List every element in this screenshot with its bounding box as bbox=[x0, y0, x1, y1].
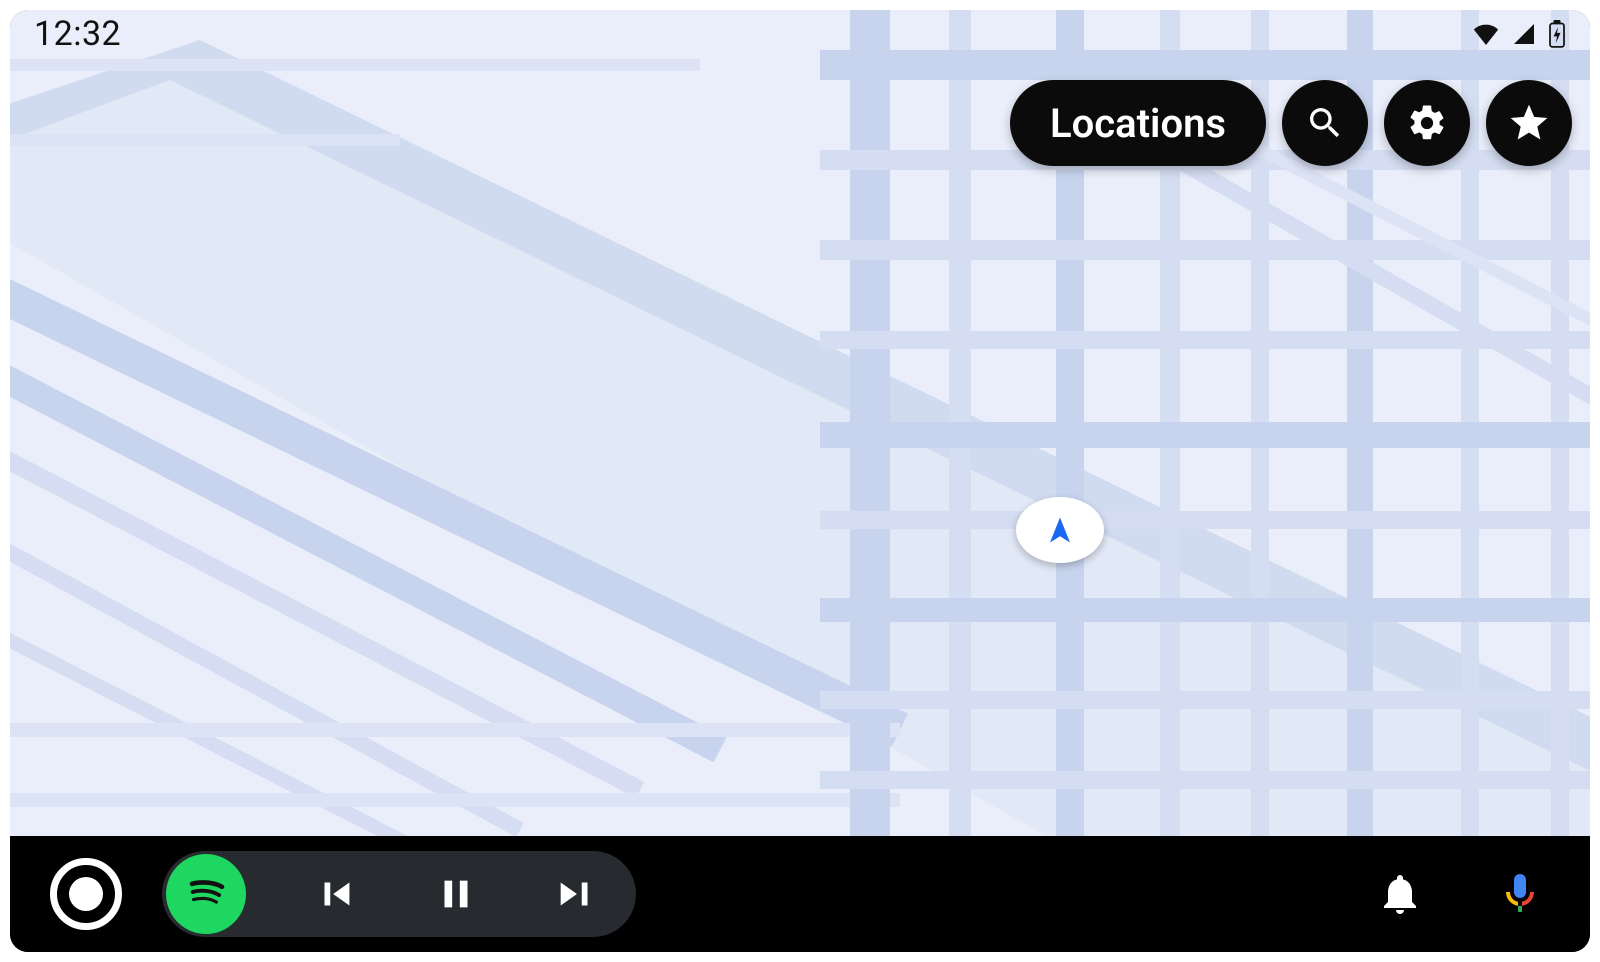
skip-next-icon bbox=[553, 871, 599, 917]
favorites-button[interactable] bbox=[1486, 80, 1572, 166]
device-frame: .dk { stroke:#c8d4ee; fill:none; } .med … bbox=[0, 0, 1600, 962]
settings-button[interactable] bbox=[1384, 80, 1470, 166]
pause-icon bbox=[433, 871, 479, 917]
search-icon bbox=[1305, 103, 1345, 143]
next-track-button[interactable] bbox=[546, 864, 606, 924]
bottom-right-controls bbox=[1370, 864, 1550, 924]
navigation-arrow-icon bbox=[1045, 515, 1075, 545]
mic-icon bbox=[1496, 870, 1544, 918]
signal-icon bbox=[1510, 22, 1538, 46]
status-bar: 12:32 bbox=[10, 10, 1590, 58]
spotify-icon bbox=[181, 869, 231, 919]
star-icon bbox=[1507, 101, 1551, 145]
wifi-icon bbox=[1472, 23, 1500, 45]
screen: .dk { stroke:#c8d4ee; fill:none; } .med … bbox=[10, 10, 1590, 952]
locations-label: Locations bbox=[1050, 100, 1226, 147]
battery-charging-icon bbox=[1548, 20, 1566, 48]
home-ring-icon bbox=[50, 858, 122, 930]
map-top-controls: Locations bbox=[1010, 80, 1572, 166]
skip-previous-icon bbox=[313, 871, 359, 917]
status-clock: 12:32 bbox=[34, 14, 121, 54]
gear-icon bbox=[1406, 102, 1448, 144]
current-location-marker bbox=[1016, 497, 1104, 563]
pause-button[interactable] bbox=[426, 864, 486, 924]
locations-button[interactable]: Locations bbox=[1010, 80, 1266, 166]
previous-track-button[interactable] bbox=[306, 864, 366, 924]
spotify-app-button[interactable] bbox=[166, 854, 246, 934]
voice-assistant-button[interactable] bbox=[1490, 864, 1550, 924]
search-button[interactable] bbox=[1282, 80, 1368, 166]
system-bottom-bar bbox=[10, 836, 1590, 952]
location-bubble bbox=[1016, 497, 1104, 563]
bell-icon bbox=[1376, 870, 1424, 918]
notifications-button[interactable] bbox=[1370, 864, 1430, 924]
home-button[interactable] bbox=[50, 858, 122, 930]
media-controls bbox=[162, 851, 636, 937]
